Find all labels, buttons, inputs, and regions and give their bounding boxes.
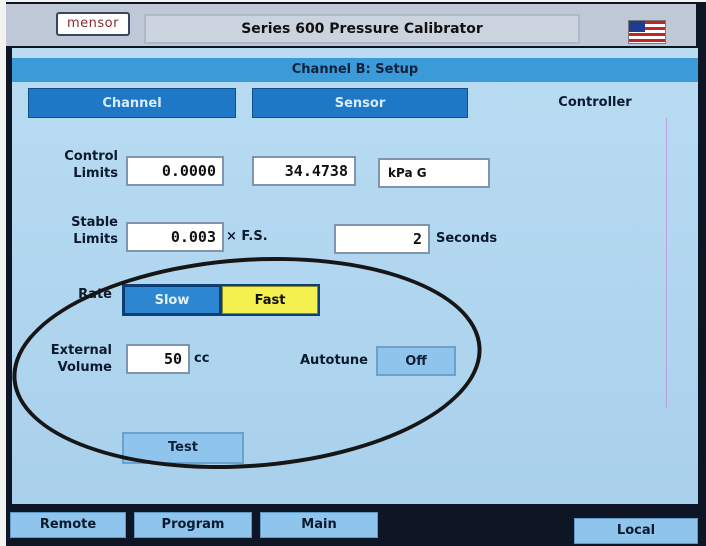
stable-limit-field[interactable]: 0.003 — [126, 222, 224, 252]
fs-suffix: × F.S. — [226, 229, 268, 244]
stable-limits-label-line2: Limits — [73, 232, 118, 247]
highlight-ellipse — [5, 241, 489, 485]
tab-channel[interactable]: Channel — [28, 88, 236, 118]
control-limit-upper-field[interactable]: 34.4738 — [252, 156, 356, 186]
tab-sensor[interactable]: Sensor — [252, 88, 468, 118]
stable-limits-label-line1: Stable — [71, 215, 118, 230]
divider — [666, 118, 667, 408]
seconds-label: Seconds — [436, 231, 498, 246]
control-limit-lower-field[interactable]: 0.0000 — [126, 156, 224, 186]
title-bar: mensor Series 600 Pressure Calibrator — [6, 4, 696, 46]
us-flag-icon[interactable] — [628, 20, 666, 44]
softkey-main[interactable]: Main — [260, 512, 378, 538]
control-limits-label-line1: Control — [64, 149, 118, 164]
softkey-program[interactable]: Program — [134, 512, 252, 538]
softkey-remote[interactable]: Remote — [10, 512, 126, 538]
local-button[interactable]: Local — [574, 518, 698, 544]
control-limits-label: Control Limits — [32, 148, 118, 182]
app-title: Series 600 Pressure Calibrator — [144, 14, 580, 44]
stable-limits-label: Stable Limits — [32, 214, 118, 248]
stable-seconds-field[interactable]: 2 — [334, 224, 430, 254]
tab-controller[interactable]: Controller — [520, 88, 670, 118]
channel-header: Channel B: Setup — [12, 58, 698, 82]
mensor-logo: mensor — [56, 12, 130, 36]
flag-canton — [629, 21, 645, 32]
control-limits-label-line2: Limits — [73, 166, 118, 181]
pressure-unit-field[interactable]: kPa G — [378, 158, 490, 188]
setup-screen: Channel B: Setup Channel Sensor Controll… — [5, 48, 698, 504]
